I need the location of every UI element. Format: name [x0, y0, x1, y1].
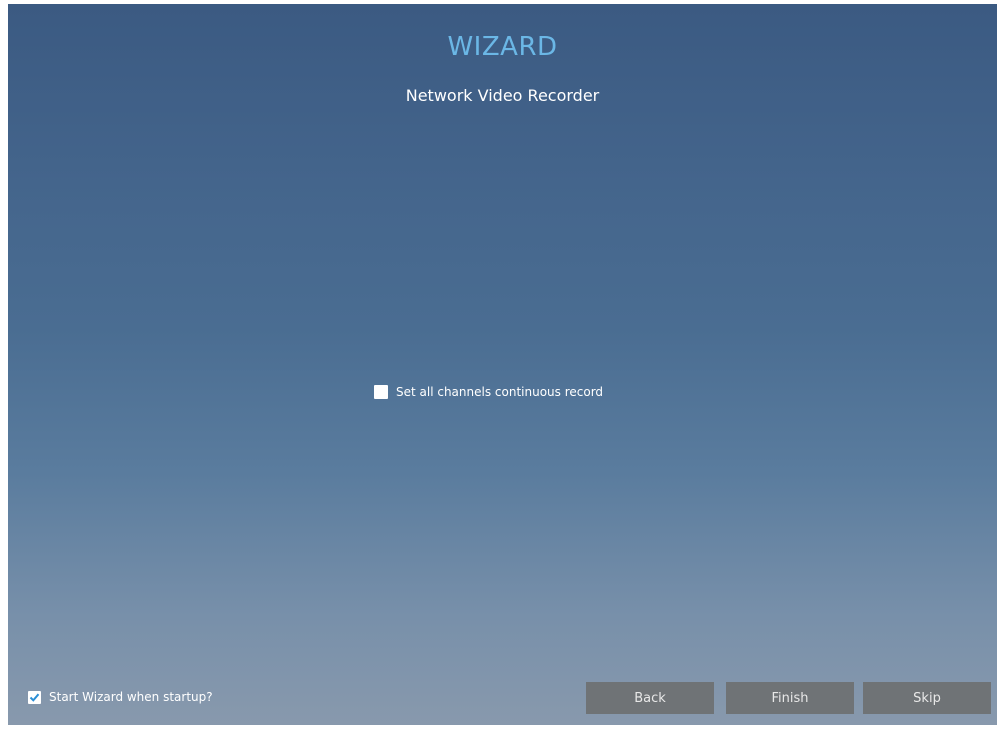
wizard-title: WIZARD — [447, 32, 558, 62]
checkmark-icon — [29, 693, 40, 702]
finish-button[interactable]: Finish — [726, 682, 854, 714]
start-wizard-option[interactable]: Start Wizard when startup? — [28, 690, 213, 704]
wizard-screen: WIZARD Network Video Recorder Set all ch… — [8, 4, 997, 725]
continuous-record-label: Set all channels continuous record — [396, 385, 604, 399]
wizard-subtitle: Network Video Recorder — [405, 86, 600, 105]
start-wizard-checkbox[interactable] — [28, 690, 41, 704]
back-button[interactable]: Back — [586, 682, 714, 714]
continuous-record-option[interactable]: Set all channels continuous record — [374, 385, 603, 399]
continuous-record-checkbox[interactable] — [374, 385, 388, 399]
start-wizard-label: Start Wizard when startup? — [49, 690, 213, 704]
skip-button[interactable]: Skip — [863, 682, 991, 714]
